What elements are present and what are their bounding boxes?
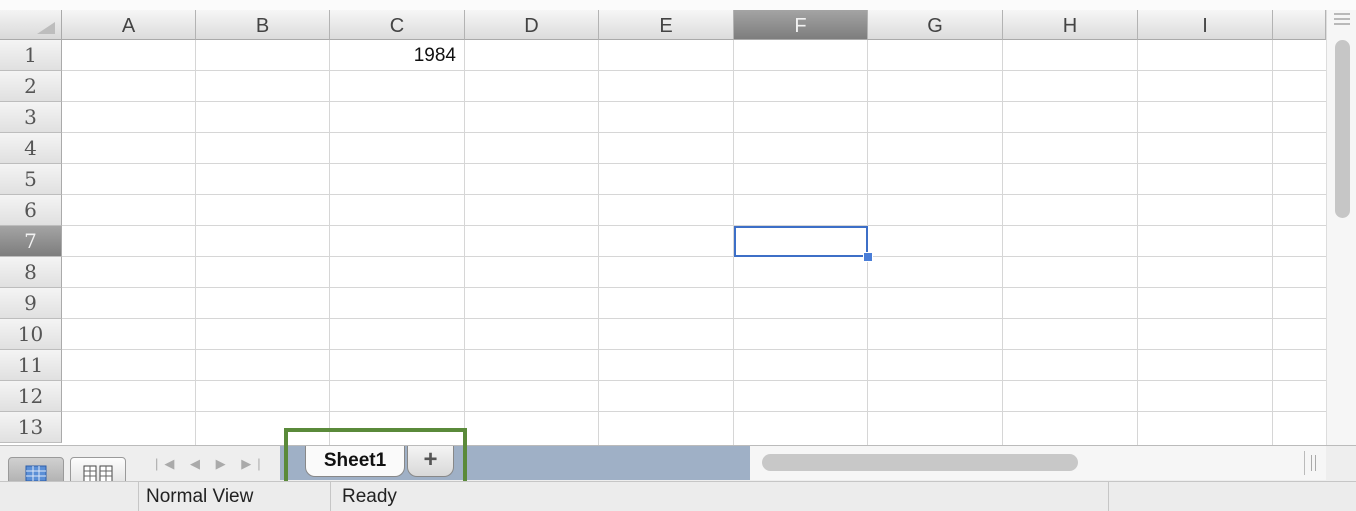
gridline: [62, 225, 1326, 226]
column-header-e[interactable]: E: [599, 10, 734, 40]
status-divider: [1108, 481, 1109, 511]
row-header-13[interactable]: 13: [0, 412, 62, 443]
row-header-3[interactable]: 3: [0, 102, 62, 133]
menu-lines-icon[interactable]: [1334, 10, 1350, 25]
sheet-nav-arrows-icon[interactable]: |◀ ◀ ▶ ▶|: [145, 452, 273, 476]
column-header-partial[interactable]: [1273, 10, 1326, 40]
row-header-9[interactable]: 9: [0, 288, 62, 319]
view-mode-label: Normal View: [146, 486, 254, 507]
fill-handle[interactable]: [863, 252, 873, 262]
gridline: [62, 163, 1326, 164]
status-divider: [330, 481, 331, 511]
column-header-c[interactable]: C: [330, 10, 465, 40]
gridline: [62, 287, 1326, 288]
row-header-5[interactable]: 5: [0, 164, 62, 195]
row-header-6[interactable]: 6: [0, 195, 62, 226]
gridline: [62, 411, 1326, 412]
row-header-10[interactable]: 10: [0, 319, 62, 350]
vertical-scrollbar[interactable]: [1326, 10, 1356, 445]
window-top-strip: [0, 0, 1356, 10]
row-header-12[interactable]: 12: [0, 381, 62, 412]
select-all-corner[interactable]: [0, 10, 62, 40]
row-header-11[interactable]: 11: [0, 350, 62, 381]
vertical-scroll-thumb[interactable]: [1335, 40, 1350, 218]
status-label: Ready: [342, 486, 397, 507]
row-header-1[interactable]: 1: [0, 40, 62, 71]
row-header-4[interactable]: 4: [0, 133, 62, 164]
gridline: [62, 349, 1326, 350]
column-header-a[interactable]: A: [62, 10, 196, 40]
column-header-h[interactable]: H: [1003, 10, 1138, 40]
select-all-icon: [37, 22, 55, 34]
spreadsheet-grid[interactable]: A B C D E F G H I 1 2 3 4 5 6 7 8 9 10 1…: [0, 10, 1326, 445]
row-header-7[interactable]: 7: [0, 226, 62, 257]
column-header-i[interactable]: I: [1138, 10, 1273, 40]
column-header-f[interactable]: F: [734, 10, 868, 40]
row-header-8[interactable]: 8: [0, 257, 62, 288]
gridline: [62, 132, 1326, 133]
gridline: [62, 318, 1326, 319]
row-header-2[interactable]: 2: [0, 71, 62, 102]
split-handle[interactable]: [1304, 451, 1320, 475]
column-header-g[interactable]: G: [868, 10, 1003, 40]
column-header-d[interactable]: D: [465, 10, 599, 40]
cell-c1[interactable]: 1984: [330, 40, 464, 70]
status-divider: [138, 481, 139, 511]
gridline: [62, 380, 1326, 381]
column-header-b[interactable]: B: [196, 10, 330, 40]
highlight-box: [284, 428, 467, 488]
gridline: [62, 101, 1326, 102]
active-cell-f7[interactable]: [734, 226, 868, 257]
horizontal-scroll-thumb[interactable]: [762, 454, 1078, 471]
gridline: [62, 194, 1326, 195]
gridline: [62, 70, 1326, 71]
gridline: [62, 256, 1326, 257]
horizontal-scrollbar[interactable]: [750, 446, 1326, 480]
